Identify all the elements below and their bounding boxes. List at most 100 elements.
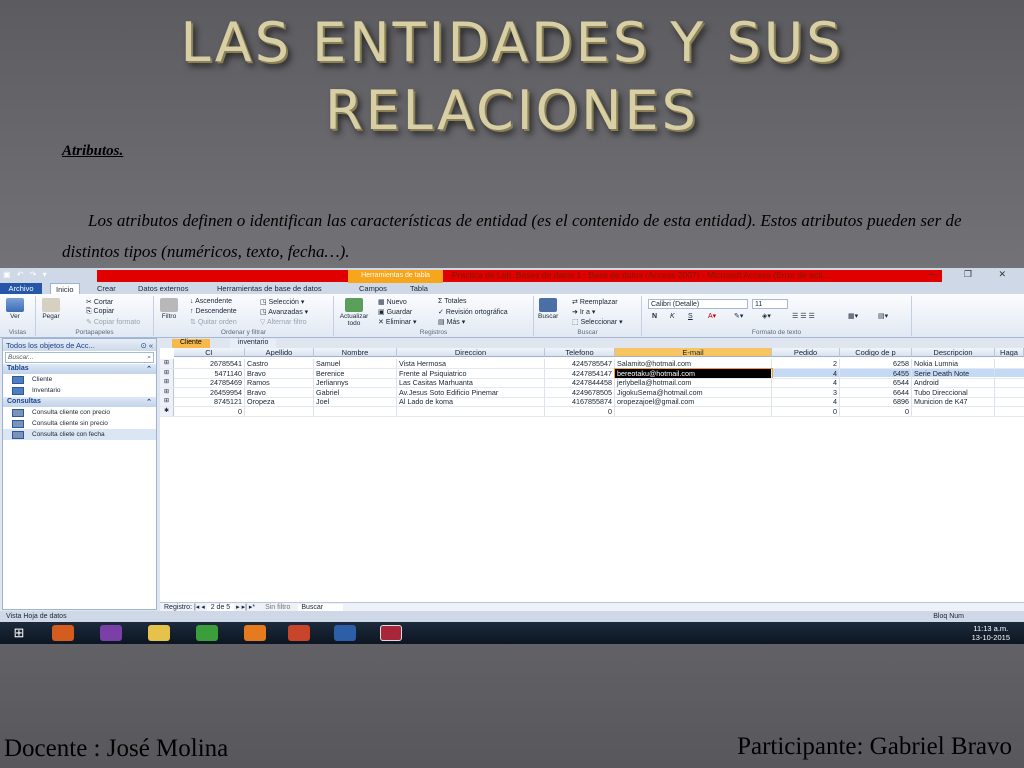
table-cell[interactable]: Municion de K47 [912,397,995,407]
column-header[interactable]: Descripcion [912,348,995,357]
nav-section-tablas[interactable]: Tablas ⌃ [3,364,156,374]
table-cell[interactable]: 4249678505 [545,387,615,397]
table-cell[interactable]: JigokuSema@hotmail.com [615,387,772,397]
nuevo-button[interactable]: ▦ Nuevo [378,298,407,306]
table-cell[interactable]: Las Casitas Marhuanta [397,378,545,388]
column-header[interactable]: Telefono [545,348,615,357]
filtro-button[interactable]: Filtro [160,298,178,320]
nav-section-consultas[interactable]: Consultas ⌃ [3,397,156,407]
ir-a-button[interactable]: ➜ Ir a ▾ [572,308,595,316]
tab-crear[interactable]: Crear [92,283,121,294]
table-cell[interactable]: Gabriel [314,387,397,397]
expand-row-icon[interactable]: ⊞ [160,368,174,378]
nav-search-input[interactable]: Buscar... ⌕ [5,352,154,363]
font-color-icon[interactable]: A▾ [708,312,716,320]
column-header[interactable]: Apellido [245,348,314,357]
nav-item-consulta-1[interactable]: Consulta cliente con precio [3,407,156,418]
table-cell[interactable]: 6544 [840,378,912,388]
tab-herramientas-bd[interactable]: Herramientas de base de datos [212,283,327,294]
expand-row-icon[interactable]: ⊞ [160,397,174,407]
table-cell[interactable]: Ramos [245,378,314,388]
table-cell[interactable]: Oropeza [245,397,314,407]
table-cell[interactable]: Vista Hermosa [397,359,545,368]
table-cell[interactable]: 3 [772,387,840,397]
table-cell[interactable]: 6455 [840,368,912,378]
table-cell[interactable]: 6644 [840,387,912,397]
record-nav-buttons[interactable]: |◂ ◂ [194,604,205,611]
table-cell[interactable]: 0 [772,407,840,416]
column-header[interactable]: Direccion [397,348,545,357]
folder-icon[interactable] [148,625,170,641]
table-cell[interactable]: 26785541 [174,359,245,368]
ascendente-button[interactable]: ↓ Ascendente [190,298,232,305]
table-cell[interactable]: Salamito@hotmail.com [615,359,772,368]
table-cell[interactable]: Tubo Direccional [912,387,995,397]
seleccionar-button[interactable]: ⬚ Seleccionar ▾ [572,318,623,326]
table-cell[interactable]: 4247854147 [545,368,615,378]
table-cell[interactable]: Nokia Lumnia [912,359,995,368]
table-cell[interactable]: 24785469 [174,378,245,388]
revision-button[interactable]: ✓ Revisión ortográfica [438,308,508,316]
filter-status[interactable]: Sin filtro [265,604,290,611]
table-cell[interactable]: 6258 [840,359,912,368]
tab-archivo[interactable]: Archivo [0,283,42,294]
row-color-icon[interactable]: ▤▾ [878,312,888,320]
table-cell[interactable]: Samuel [314,359,397,368]
nav-header[interactable]: Todos los objetos de Acc... ⊙ « [3,339,156,351]
table-cell[interactable]: Av.Jesus Soto Edificio Pinemar [397,387,545,397]
alternar-filtro-button[interactable]: ▽ Alternar filtro [260,318,307,326]
record-position[interactable]: 2 de 5 [206,604,235,611]
align-icons[interactable]: ☰ ☰ ☰ [792,312,815,320]
table-cell[interactable]: 4247844458 [545,378,615,388]
table-cell[interactable]: 4 [772,368,840,378]
ver-button[interactable]: Ver [6,298,24,320]
table-cell[interactable]: 4245785547 [545,359,615,368]
table-cell[interactable] [912,407,995,416]
nav-item-consulta-2[interactable]: Consulta cliente sin precio [3,418,156,429]
column-header[interactable]: Codigo de p [840,348,912,357]
table-cell[interactable]: Berenice [314,368,397,378]
powerpoint-icon[interactable] [288,625,310,641]
table-cell[interactable]: oropezajoel@gmail.com [615,397,772,407]
italic-button[interactable]: K [670,313,675,320]
table-cell[interactable]: Frente al Psiquiatrico [397,368,545,378]
table-cell[interactable] [615,407,772,416]
table-cell[interactable]: 4 [772,397,840,407]
search-icon[interactable]: ⌕ [147,354,151,362]
buscar-button[interactable]: Buscar [538,298,558,320]
table-cell[interactable]: 0 [840,407,912,416]
table-cell[interactable]: Joel [314,397,397,407]
table-cell[interactable]: Android [912,378,995,388]
table-cell[interactable]: Castro [245,359,314,368]
table-cell[interactable]: Jerliannys [314,378,397,388]
tab-campos[interactable]: Campos [354,283,392,294]
column-header[interactable]: CI [174,348,245,357]
table-cell[interactable]: bereotaku@hotmail.com [614,367,773,379]
visual-studio-icon[interactable] [100,625,122,641]
gridlines-icon[interactable]: ▦▾ [848,312,858,320]
nav-item-inventario[interactable]: Inventario [3,385,156,396]
eliminar-button[interactable]: ✕ Eliminar ▾ [378,318,417,326]
word-icon[interactable] [334,625,356,641]
doc-tab-inventario[interactable]: inventario [230,339,277,348]
table-cell[interactable]: Bravo [245,368,314,378]
bold-button[interactable]: N [652,313,657,320]
table-cell[interactable]: jerlybella@hotmail.com [615,378,772,388]
copiar-button[interactable]: ⎘ Copiar [86,308,114,316]
clock[interactable]: 11:13 a.m. 13-10-2015 [972,624,1010,642]
record-search-input[interactable]: Buscar [298,604,344,611]
table-cell[interactable]: Serie Death Note [912,368,995,378]
firefox-icon[interactable] [244,625,266,641]
table-cell[interactable] [245,407,314,416]
reemplazar-button[interactable]: ⇄ Reemplazar [572,298,618,306]
window-controls[interactable]: — ❐ ✕ [928,269,1018,280]
table-cell[interactable]: 6896 [840,397,912,407]
seleccion-button[interactable]: ◳ Selección ▾ [260,298,304,306]
expand-row-icon[interactable]: ⊞ [160,359,174,368]
column-header[interactable]: Nombre [314,348,397,357]
pegar-button[interactable]: Pegar [42,298,60,320]
table-cell[interactable]: 0 [174,407,245,416]
avanzadas-button[interactable]: ◳ Avanzadas ▾ [260,308,308,316]
font-size-select[interactable]: 11 [752,299,788,309]
column-header[interactable]: Haga [995,348,1024,357]
